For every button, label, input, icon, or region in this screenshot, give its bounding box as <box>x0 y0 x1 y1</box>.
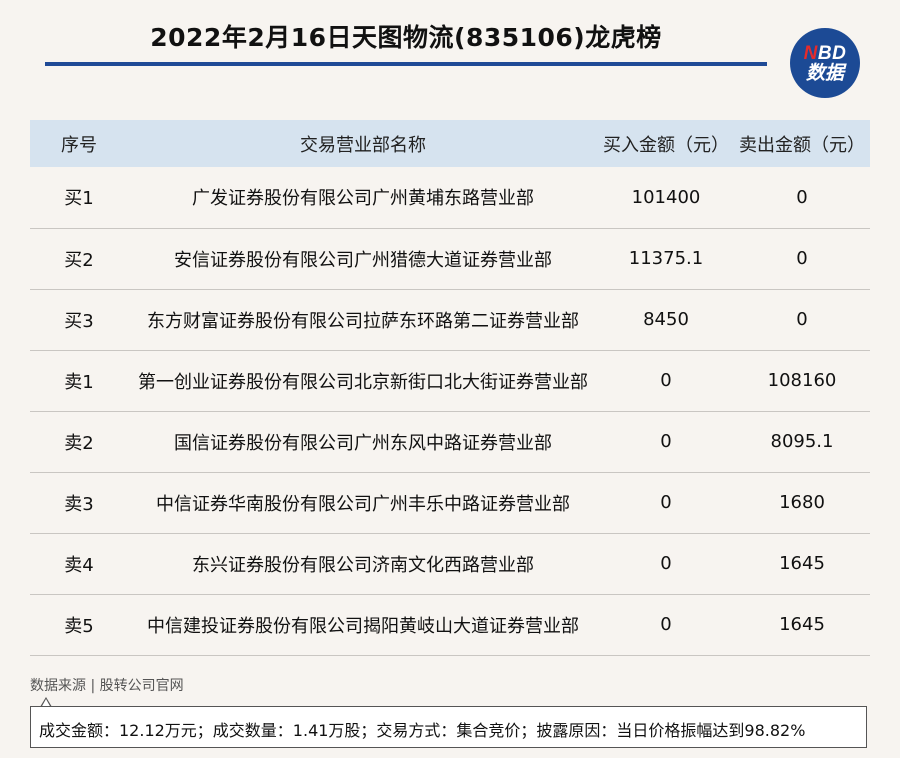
header-buy-amount: 买入金额（元） <box>598 120 734 167</box>
logo-letter-n: N <box>803 42 818 64</box>
cell-sell-amount: 0 <box>734 289 870 351</box>
cell-rank: 买1 <box>30 167 128 229</box>
cell-rank: 买2 <box>30 228 128 290</box>
table-row: 卖5 中信建投证券股份有限公司揭阳黄岐山大道证券营业部 0 1645 <box>30 594 870 656</box>
cell-rank: 卖1 <box>30 350 128 412</box>
logo-text-shuju: 数据 <box>805 61 844 84</box>
cell-branch-name: 中信建投证券股份有限公司揭阳黄岐山大道证券营业部 <box>128 594 598 656</box>
cell-buy-amount: 0 <box>598 411 734 473</box>
cell-rank: 卖4 <box>30 533 128 595</box>
cell-sell-amount: 108160 <box>734 350 870 412</box>
cell-branch-name: 中信证券华南股份有限公司广州丰乐中路证券营业部 <box>128 472 598 534</box>
cell-branch-name: 国信证券股份有限公司广州东风中路证券营业部 <box>128 411 598 473</box>
cell-branch-name: 广发证券股份有限公司广州黄埔东路营业部 <box>128 167 598 229</box>
table-row: 买1 广发证券股份有限公司广州黄埔东路营业部 101400 0 <box>30 167 870 229</box>
cell-rank: 卖2 <box>30 411 128 473</box>
data-source-note: 数据来源 | 股转公司官网 <box>30 678 184 694</box>
cell-sell-amount: 8095.1 <box>734 411 870 473</box>
logo-letters-bd: BD <box>817 42 847 64</box>
cell-buy-amount: 0 <box>598 350 734 412</box>
trade-summary-box: 成交金额：12.12万元；成交数量：1.41万股；交易方式：集合竞价；披露原因：… <box>30 706 867 748</box>
cell-sell-amount: 0 <box>734 228 870 290</box>
cell-branch-name: 东兴证券股份有限公司济南文化西路营业部 <box>128 533 598 595</box>
cell-rank: 卖5 <box>30 594 128 656</box>
nbd-logo: NBD 数据 <box>790 28 860 98</box>
cell-rank: 买3 <box>30 289 128 351</box>
table-row: 买3 东方财富证券股份有限公司拉萨东环路第二证券营业部 8450 0 <box>30 289 870 351</box>
page-title: 2022年2月16日天图物流(835106)龙虎榜 <box>150 23 662 52</box>
header-rank: 序号 <box>30 120 128 167</box>
cell-buy-amount: 101400 <box>598 167 734 229</box>
cell-buy-amount: 0 <box>598 533 734 595</box>
cell-buy-amount: 0 <box>598 472 734 534</box>
cell-sell-amount: 1645 <box>734 594 870 656</box>
cell-buy-amount: 8450 <box>598 289 734 351</box>
cell-sell-amount: 1645 <box>734 533 870 595</box>
table-row: 卖3 中信证券华南股份有限公司广州丰乐中路证券营业部 0 1680 <box>30 472 870 534</box>
table-row: 卖2 国信证券股份有限公司广州东风中路证券营业部 0 8095.1 <box>30 411 870 473</box>
table-row: 卖1 第一创业证券股份有限公司北京新街口北大街证券营业部 0 108160 <box>30 350 870 412</box>
cell-branch-name: 安信证券股份有限公司广州猎德大道证券营业部 <box>128 228 598 290</box>
header-sell-amount: 卖出金额（元） <box>734 120 870 167</box>
title-underline <box>45 62 767 66</box>
cell-buy-amount: 11375.1 <box>598 228 734 290</box>
cell-branch-name: 东方财富证券股份有限公司拉萨东环路第二证券营业部 <box>128 289 598 351</box>
dragon-tiger-table: 序号 交易营业部名称 买入金额（元） 卖出金额（元） 买1 广发证券股份有限公司… <box>30 120 870 656</box>
cell-sell-amount: 0 <box>734 167 870 229</box>
cell-buy-amount: 0 <box>598 594 734 656</box>
cell-sell-amount: 1680 <box>734 472 870 534</box>
cell-branch-name: 第一创业证券股份有限公司北京新街口北大街证券营业部 <box>128 350 598 412</box>
header-branch-name: 交易营业部名称 <box>128 120 598 167</box>
table-row: 卖4 东兴证券股份有限公司济南文化西路营业部 0 1645 <box>30 533 870 595</box>
table-row: 买2 安信证券股份有限公司广州猎德大道证券营业部 11375.1 0 <box>30 228 870 290</box>
cell-rank: 卖3 <box>30 472 128 534</box>
table-header-row: 序号 交易营业部名称 买入金额（元） 卖出金额（元） <box>30 120 870 167</box>
